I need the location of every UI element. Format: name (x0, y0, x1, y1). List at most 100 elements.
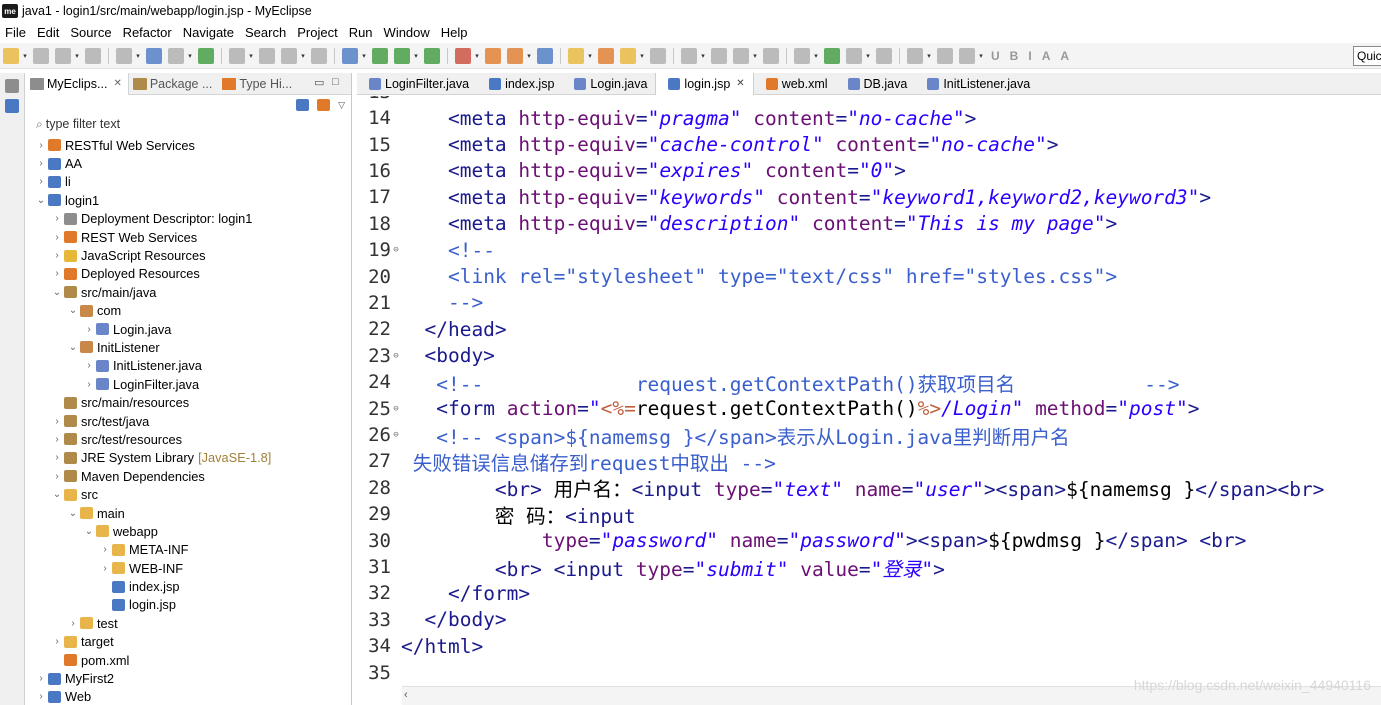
toolbar-button-icon[interactable] (681, 47, 697, 64)
tree-item[interactable]: › Login.java (26, 320, 352, 338)
menu-file[interactable]: File (0, 25, 32, 40)
dropdown-arrow-icon[interactable]: ▾ (413, 48, 419, 64)
tree-item[interactable]: › JavaScript Resources (26, 246, 352, 264)
toolbar-button-icon[interactable] (311, 47, 327, 64)
tree-item[interactable]: › AA (26, 154, 352, 172)
dropdown-arrow-icon[interactable]: ▾ (135, 48, 141, 64)
fold-toggle-icon[interactable]: ⊖ (391, 351, 401, 361)
menu-help[interactable]: Help (436, 25, 474, 40)
fold-toggle-icon[interactable]: ⊖ (391, 430, 401, 440)
dropdown-arrow-icon[interactable]: ▾ (526, 48, 532, 64)
tree-item[interactable]: › LoginFilter.java (26, 375, 352, 393)
tree-item[interactable]: src/main/resources (26, 393, 352, 411)
toolbar-button-icon[interactable] (3, 47, 19, 64)
format-text-icon[interactable]: U (991, 49, 1000, 63)
dropdown-arrow-icon[interactable]: ▾ (978, 48, 984, 64)
menu-project[interactable]: Project (292, 25, 343, 40)
toolbar-button-icon[interactable] (598, 47, 614, 64)
tree-item[interactable]: › REST Web Services (26, 228, 352, 246)
toolbar-button-icon[interactable] (711, 47, 727, 64)
tree-item[interactable]: login.jsp (26, 596, 352, 614)
toolbar-button-icon[interactable] (259, 47, 275, 64)
toolbar-button-icon[interactable] (342, 47, 358, 64)
menu-edit[interactable]: Edit (32, 25, 65, 40)
toolbar-button-icon[interactable] (146, 47, 162, 64)
expanded-chevron-icon[interactable]: ⌄ (66, 305, 80, 316)
expanded-chevron-icon[interactable]: ⌄ (66, 342, 80, 353)
toolbar-button-icon[interactable] (33, 47, 49, 64)
toolbar-button-icon[interactable] (568, 47, 584, 64)
dropdown-arrow-icon[interactable]: ▾ (474, 48, 480, 64)
tree-item[interactable]: › li (26, 173, 352, 191)
toolbar-button-icon[interactable] (763, 47, 779, 64)
tree-item[interactable]: index.jsp (26, 577, 352, 595)
explorer-tab[interactable]: Type Hi... (218, 73, 298, 95)
tree-item[interactable]: › JRE System Library [JavaSE-1.8] (26, 449, 352, 467)
dropdown-arrow-icon[interactable]: ▾ (22, 48, 28, 64)
editor-tab[interactable]: login.jsp ✕ (655, 72, 754, 95)
tree-item[interactable]: › WEB-INF (26, 559, 352, 577)
collapsed-chevron-icon[interactable]: › (82, 360, 96, 371)
tree-item[interactable]: › Web (26, 688, 352, 705)
menu-search[interactable]: Search (240, 25, 292, 40)
dropdown-arrow-icon[interactable]: ▾ (187, 48, 193, 64)
expanded-chevron-icon[interactable]: ⌄ (82, 526, 96, 537)
explorer-tab[interactable]: MyEclips... ✕ (26, 72, 129, 95)
collapsed-chevron-icon[interactable]: › (50, 213, 64, 224)
toolbar-button-icon[interactable] (394, 47, 410, 64)
collapsed-chevron-icon[interactable]: › (50, 434, 64, 445)
toolbar-button-icon[interactable] (733, 47, 749, 64)
dropdown-arrow-icon[interactable]: ▾ (752, 48, 758, 64)
tree-item[interactable]: › Maven Dependencies (26, 467, 352, 485)
toolbar-button-icon[interactable] (85, 47, 101, 64)
format-text-icon[interactable]: B (1010, 49, 1019, 63)
dropdown-arrow-icon[interactable]: ▾ (361, 48, 367, 64)
expanded-chevron-icon[interactable]: ⌄ (50, 489, 64, 500)
toolbar-button-icon[interactable] (55, 47, 71, 64)
minimized-view-icon[interactable] (5, 79, 19, 93)
collapsed-chevron-icon[interactable]: › (82, 324, 96, 335)
toolbar-button-icon[interactable] (507, 47, 523, 64)
tree-item[interactable]: › src/test/java (26, 412, 352, 430)
toolbar-button-icon[interactable] (424, 47, 440, 64)
fold-toggle-icon[interactable]: ⊖ (391, 245, 401, 255)
toolbar-button-icon[interactable] (229, 47, 245, 64)
dropdown-arrow-icon[interactable]: ▾ (587, 48, 593, 64)
collapsed-chevron-icon[interactable]: › (50, 416, 64, 427)
toolbar-button-icon[interactable] (846, 47, 862, 64)
view-menu-icon[interactable]: ▽ (338, 100, 345, 111)
format-text-icon[interactable]: A (1060, 49, 1069, 63)
tree-item[interactable]: › InitListener.java (26, 357, 352, 375)
quick-access-input[interactable]: Quic (1353, 46, 1381, 66)
toolbar-button-icon[interactable] (650, 47, 666, 64)
collapsed-chevron-icon[interactable]: › (66, 618, 80, 629)
toolbar-button-icon[interactable] (937, 47, 953, 64)
toolbar-button-icon[interactable] (876, 47, 892, 64)
toolbar-button-icon[interactable] (198, 47, 214, 64)
collapsed-chevron-icon[interactable]: › (82, 379, 96, 390)
collapsed-chevron-icon[interactable]: › (34, 140, 48, 151)
toolbar-button-icon[interactable] (485, 47, 501, 64)
collapsed-chevron-icon[interactable]: › (34, 691, 48, 702)
tree-item[interactable]: pom.xml (26, 651, 352, 669)
maximize-view-icon[interactable]: □ (332, 76, 339, 88)
collapsed-chevron-icon[interactable]: › (50, 250, 64, 261)
editor-tab[interactable]: InitListener.java (915, 73, 1038, 95)
tree-item[interactable]: › MyFirst2 (26, 669, 352, 687)
menu-refactor[interactable]: Refactor (118, 25, 178, 40)
dropdown-arrow-icon[interactable]: ▾ (639, 48, 645, 64)
dropdown-arrow-icon[interactable]: ▾ (865, 48, 871, 64)
tree-item[interactable]: ⌄ main (26, 504, 352, 522)
tree-item[interactable]: ⌄ com (26, 302, 352, 320)
collapsed-chevron-icon[interactable]: › (98, 544, 112, 555)
collapsed-chevron-icon[interactable]: › (98, 563, 112, 574)
minimize-view-icon[interactable]: ▭ (314, 76, 324, 89)
tree-item[interactable]: ⌄ src (26, 485, 352, 503)
editor-tab[interactable]: DB.java (836, 73, 916, 95)
toolbar-button-icon[interactable] (116, 47, 132, 64)
tree-item[interactable]: ⌄ src/main/java (26, 283, 352, 301)
tree-item[interactable]: › src/test/resources (26, 430, 352, 448)
collapsed-chevron-icon[interactable]: › (34, 158, 48, 169)
editor-tab[interactable]: index.jsp (477, 73, 562, 95)
toolbar-button-icon[interactable] (372, 47, 388, 64)
